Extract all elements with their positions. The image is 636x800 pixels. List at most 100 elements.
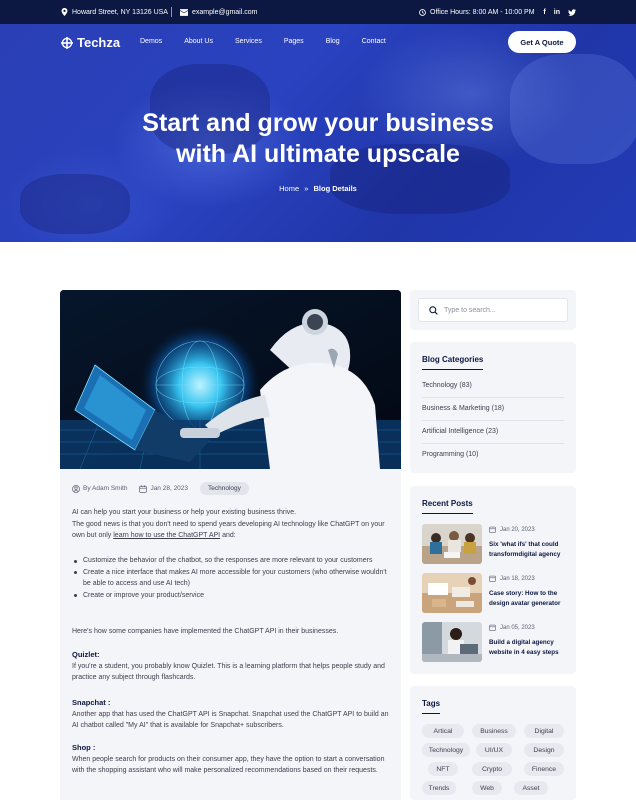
nav-link-contact[interactable]: Contact bbox=[362, 38, 386, 45]
breadcrumb: Home » Blog Details bbox=[0, 184, 636, 193]
category-item[interactable]: Technology (83) bbox=[422, 382, 564, 398]
address-item: Howard Street, NY 13126 USA bbox=[61, 0, 168, 24]
social-links: f in bbox=[543, 0, 576, 24]
section-text: If you're a student, you probably know Q… bbox=[72, 662, 385, 682]
category-item[interactable]: Business & Marketing (18) bbox=[422, 405, 564, 421]
categories-title: Blog Categories bbox=[422, 355, 484, 370]
recent-post-title[interactable]: Build a digital agency website in 4 easy… bbox=[489, 638, 569, 657]
envelope-icon bbox=[180, 8, 188, 16]
email-text[interactable]: example@gmail.com bbox=[192, 9, 257, 16]
calendar-icon bbox=[139, 484, 148, 493]
section-snapchat: Snapchat : Another app that has used the… bbox=[72, 697, 392, 732]
tags-widget: Tags Artical Business Digital Technology… bbox=[410, 686, 576, 800]
post-date: Jan 28, 2023 bbox=[139, 484, 189, 493]
linkedin-icon[interactable]: in bbox=[554, 9, 560, 16]
post-featured-image bbox=[60, 290, 401, 469]
nav-link-services[interactable]: Services bbox=[235, 38, 262, 45]
breadcrumb-current: Blog Details bbox=[313, 184, 357, 193]
recent-post-thumbnail[interactable] bbox=[422, 622, 482, 662]
tag-chip[interactable]: Technology bbox=[422, 743, 470, 757]
post-bullet-list: Customize the behavior of the chatbot, s… bbox=[72, 555, 392, 601]
section-quizlet: Quizlet: If you're a student, you probab… bbox=[72, 649, 392, 684]
search-widget bbox=[410, 290, 576, 330]
tag-chip[interactable]: Crypto bbox=[472, 762, 512, 776]
post-content: By Adam Smith Jan 28, 2023 Technology AI… bbox=[60, 469, 401, 800]
category-item[interactable]: Artificial Intelligence (23) bbox=[422, 428, 564, 444]
logo-mark-icon bbox=[61, 36, 73, 49]
recent-post-item[interactable]: Jan 05, 2023 Build a digital agency webs… bbox=[422, 622, 568, 662]
post-implement-text: Here's how some companies have implement… bbox=[72, 628, 339, 635]
recent-post-date: Jan 18, 2023 bbox=[489, 575, 535, 582]
calendar-icon bbox=[489, 575, 496, 582]
address-text: Howard Street, NY 13126 USA bbox=[72, 8, 168, 16]
post-meta: By Adam Smith Jan 28, 2023 Technology bbox=[72, 482, 249, 495]
hours-item: Office Hours: 8:00 AM - 10:00 PM bbox=[419, 0, 535, 24]
facebook-icon[interactable]: f bbox=[543, 9, 545, 16]
tag-chip[interactable]: Business bbox=[472, 724, 516, 738]
main-nav: Techza Demos About Us Services Pages Blo… bbox=[0, 24, 636, 62]
search-icon bbox=[429, 305, 438, 315]
recent-post-title[interactable]: Case story: How to the design avatar gen… bbox=[489, 589, 569, 608]
post-date-text: Jan 28, 2023 bbox=[150, 485, 189, 492]
post-author-text[interactable]: By Adam Smith bbox=[83, 485, 127, 492]
tag-chip[interactable]: Design bbox=[524, 743, 564, 757]
site-logo[interactable]: Techza bbox=[61, 35, 120, 50]
list-item: Customize the behavior of the chatbot, s… bbox=[72, 555, 392, 567]
tag-chip[interactable]: UI/UX bbox=[476, 743, 512, 757]
tag-chip[interactable]: Digital bbox=[524, 724, 564, 738]
calendar-icon bbox=[489, 526, 496, 533]
breadcrumb-separator: » bbox=[304, 184, 309, 193]
category-item[interactable]: Programming (10) bbox=[422, 451, 564, 466]
page-title-line-2: with AI ultimate upscale bbox=[176, 140, 460, 168]
recent-post-date: Jan 05, 2023 bbox=[489, 624, 535, 631]
tags-title: Tags bbox=[422, 699, 441, 714]
section-text: Another app that has used the ChatGPT AP… bbox=[72, 710, 389, 730]
location-pin-icon bbox=[61, 8, 68, 16]
email-item[interactable]: example@gmail.com bbox=[180, 0, 257, 24]
recent-post-date-text: Jan 18, 2023 bbox=[500, 575, 535, 582]
recent-post-thumbnail[interactable] bbox=[422, 524, 482, 564]
user-icon bbox=[72, 484, 80, 493]
calendar-icon bbox=[489, 624, 496, 631]
section-text: When people search for products on their… bbox=[72, 755, 385, 775]
tag-chip[interactable]: NFT bbox=[428, 762, 458, 776]
recent-post-date-text: Jan 20, 2023 bbox=[500, 526, 535, 533]
tag-chip[interactable]: Web bbox=[472, 781, 502, 795]
categories-widget: Blog Categories Technology (83) Business… bbox=[410, 342, 576, 473]
clock-icon bbox=[419, 8, 426, 16]
search-box[interactable] bbox=[418, 298, 568, 322]
nav-link-blog[interactable]: Blog bbox=[326, 38, 340, 45]
section-shop: Shop : When people search for products o… bbox=[72, 742, 392, 777]
recent-post-item[interactable]: Jan 20, 2023 Six 'what ifs' that could t… bbox=[422, 524, 568, 564]
desk-work-image bbox=[422, 573, 482, 613]
recent-post-thumbnail[interactable] bbox=[422, 573, 482, 613]
post-intro-line: AI can help you start your business or h… bbox=[72, 509, 297, 516]
section-title: Quizlet: bbox=[72, 650, 100, 659]
chatgpt-api-link[interactable]: learn how to use the ChatGPT API bbox=[113, 532, 220, 539]
post-intro-paragraph: The good news is that you don't need to … bbox=[72, 519, 392, 542]
nav-link-about[interactable]: About Us bbox=[184, 38, 213, 45]
tag-chip[interactable]: Finence bbox=[524, 762, 564, 776]
tag-chip[interactable]: Artical bbox=[422, 724, 464, 738]
tag-chip[interactable]: Asset bbox=[514, 781, 548, 795]
post-tag-badge[interactable]: Technology bbox=[200, 482, 249, 495]
breadcrumb-home[interactable]: Home bbox=[279, 184, 299, 193]
twitter-icon[interactable] bbox=[568, 8, 576, 16]
list-item: Create or improve your product/service bbox=[72, 590, 392, 602]
nav-link-demos[interactable]: Demos bbox=[140, 38, 162, 45]
divider bbox=[171, 7, 172, 17]
recent-post-title[interactable]: Six 'what ifs' that could transformdigit… bbox=[489, 540, 569, 559]
page-title: Start and grow your business with AI ult… bbox=[0, 108, 636, 170]
recent-post-date-text: Jan 05, 2023 bbox=[500, 624, 535, 631]
nav-link-pages[interactable]: Pages bbox=[284, 38, 304, 45]
nav-links: Demos About Us Services Pages Blog Conta… bbox=[140, 38, 408, 45]
recent-posts-widget: Recent Posts Jan 20, 2023 Six 'what ifs'… bbox=[410, 486, 576, 674]
tag-chip[interactable]: Trends bbox=[422, 781, 456, 795]
recent-post-item[interactable]: Jan 18, 2023 Case story: How to the desi… bbox=[422, 573, 568, 613]
get-quote-button[interactable]: Get A Quote bbox=[508, 31, 576, 53]
team-meeting-image bbox=[422, 524, 482, 564]
search-input[interactable] bbox=[444, 306, 554, 314]
list-item: Create a nice interface that makes AI mo… bbox=[72, 567, 392, 590]
recent-post-date: Jan 20, 2023 bbox=[489, 526, 535, 533]
section-title: Snapchat : bbox=[72, 698, 111, 707]
